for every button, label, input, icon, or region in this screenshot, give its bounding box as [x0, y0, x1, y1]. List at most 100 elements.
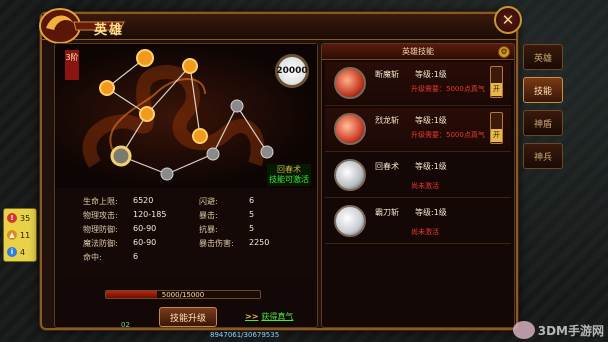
watermark-text: 3DM手游网: [537, 323, 604, 338]
stat-row: 魔法防御: 60-90: [83, 238, 156, 249]
node-skill-status: 技能可激活: [269, 175, 309, 184]
watermark-logo-icon: [512, 321, 535, 339]
skill-requirement: 升级需要：5000点真气: [411, 85, 485, 93]
tab-skills[interactable]: 技能: [523, 77, 563, 103]
alert-counters[interactable]: ! 35 ▲ 11 i 4: [3, 208, 37, 262]
skill-requirement: 升级需要：5000点真气: [411, 131, 485, 139]
meridian-panel: 3阶 20000 回春术 技能可激活 生命上限: 6520 物理攻击: 120-18…: [54, 43, 318, 328]
meridian-node[interactable]: [182, 58, 198, 74]
alert-row-blue[interactable]: i 4: [4, 244, 36, 260]
skill-name: 烈龙斩: [375, 116, 399, 125]
alert-count: 35: [20, 213, 31, 223]
skill-row-duanmo[interactable]: 断魔斩 等级:1级 升级需要：5000点真气 开: [325, 62, 511, 106]
warning-icon: ▲: [7, 230, 17, 240]
alert-row-red[interactable]: ! 35: [4, 210, 36, 226]
double-arrow-icon: >>: [245, 312, 259, 321]
skill-upgrade-button[interactable]: 技能升级: [159, 307, 217, 327]
skill-row-badao[interactable]: 霸刀斩 等级:1级 尚未激活: [325, 200, 511, 244]
stat-label: 魔法防御:: [83, 239, 118, 248]
skill-name: 回春术: [375, 162, 399, 171]
stat-row: 物理防御: 60-90: [83, 224, 156, 235]
blade-skill-icon: [334, 205, 366, 237]
settings-icon[interactable]: ⚙: [498, 46, 510, 58]
energy-progress-text: 5000/15000: [161, 291, 205, 299]
stat-label: 命中:: [83, 253, 102, 262]
meridian-node[interactable]: [160, 167, 174, 181]
hero-window: 英雄 ✕ 3阶 20000 回春术 技能可激活 生命上限: 6520 物理攻击:…: [39, 6, 522, 330]
experience-readout: 8947061/30679535: [210, 331, 280, 339]
skill-level: 等级:1级: [415, 70, 447, 79]
stat-label: 抗暴:: [199, 225, 218, 234]
dragon-slash-skill-icon: [334, 113, 366, 145]
stat-value: 5: [249, 224, 255, 233]
stat-label: 闪避:: [199, 197, 218, 206]
skill-name: 断魔斩: [375, 70, 399, 79]
stat-row: 抗暴: 5: [199, 224, 254, 235]
alert-count: 4: [20, 247, 26, 257]
meridian-node[interactable]: [139, 106, 155, 122]
meridian-node[interactable]: [110, 145, 132, 167]
dragon-constellation: 3阶 20000 回春术 技能可激活: [55, 44, 317, 188]
skill-row-huichun[interactable]: 回春术 等级:1级 尚未激活: [325, 154, 511, 198]
hero-skills-panel: 英雄技能 ⚙ 断魔斩 等级:1级 升级需要：5000点真气 开 烈龙斩 等级:1…: [321, 43, 515, 328]
heal-skill-icon: [334, 159, 366, 191]
stat-value: 60-90: [133, 238, 157, 247]
stat-row: 闪避: 6: [199, 196, 254, 207]
toggle-label: 开: [491, 83, 502, 96]
skill-level: 等级:1级: [415, 208, 447, 217]
skill-level: 等级:1级: [415, 116, 447, 125]
stat-value: 2250: [249, 238, 270, 247]
slash-skill-icon: [334, 67, 366, 99]
stat-label: 暴击伤害:: [199, 239, 234, 248]
node-skill-name: 回春术: [277, 165, 301, 174]
energy-progress-bar: 5000/15000: [105, 290, 261, 299]
title-bar: 英雄: [39, 8, 516, 44]
footer-left-value: 02: [121, 321, 130, 329]
gain-energy-link[interactable]: >> 获得真气: [245, 311, 293, 322]
meridian-node[interactable]: [99, 80, 115, 96]
skill-requirement: 尚未激活: [411, 228, 439, 236]
meridian-node[interactable]: [230, 99, 244, 113]
stat-label: 物理防御:: [83, 225, 118, 234]
stat-row: 暴击: 5: [199, 210, 254, 221]
skill-requirement: 尚未激活: [411, 182, 439, 190]
stat-row: 命中: 6: [83, 252, 138, 263]
tab-divine-shield[interactable]: 神盾: [523, 110, 563, 136]
stat-row: 物理攻击: 120-185: [83, 210, 166, 221]
stats-table: 生命上限: 6520 物理攻击: 120-185 物理防御: 60-90 魔法防御: 6…: [59, 192, 313, 276]
meridian-node[interactable]: [136, 49, 154, 67]
close-button[interactable]: ✕: [494, 6, 522, 34]
stat-value: 6520: [133, 196, 154, 205]
skill-row-lielong[interactable]: 烈龙斩 等级:1级 升级需要：5000点真气 开: [325, 108, 511, 152]
skills-panel-title: 英雄技能: [402, 47, 434, 56]
close-icon: ✕: [501, 11, 515, 29]
meridian-node[interactable]: [206, 147, 220, 161]
tier-label: 3阶: [65, 50, 79, 80]
skill-name: 霸刀斩: [375, 208, 399, 217]
exclamation-icon: !: [7, 213, 17, 223]
meridian-node[interactable]: [260, 145, 274, 159]
stat-label: 物理攻击:: [83, 211, 118, 220]
tab-hero[interactable]: 英雄: [523, 44, 563, 70]
toggle-label: 开: [491, 129, 502, 142]
node-skill-tag: 回春术 技能可激活: [267, 164, 311, 186]
points-badge: 20000: [275, 54, 309, 88]
stat-value: 6: [249, 196, 255, 205]
stat-value: 60-90: [133, 224, 157, 233]
skill-toggle[interactable]: 开: [490, 112, 503, 144]
skills-panel-header: 英雄技能 ⚙: [322, 44, 514, 60]
alert-count: 11: [20, 230, 31, 240]
meridian-node[interactable]: [192, 128, 208, 144]
skill-toggle[interactable]: 开: [490, 66, 503, 98]
window-title: 英雄: [94, 23, 125, 38]
alert-row-orange[interactable]: ▲ 11: [4, 227, 36, 243]
stat-value: 6: [133, 252, 139, 261]
info-icon: i: [7, 247, 17, 257]
skill-level: 等级:1级: [415, 162, 447, 171]
tab-divine-weapon[interactable]: 神兵: [523, 143, 563, 169]
watermark: 3DM手游网: [512, 321, 604, 339]
gain-energy-label: 获得真气: [261, 312, 294, 321]
stat-label: 暴击:: [199, 211, 218, 220]
stat-value: 5: [249, 210, 255, 219]
stat-row: 生命上限: 6520: [83, 196, 153, 207]
